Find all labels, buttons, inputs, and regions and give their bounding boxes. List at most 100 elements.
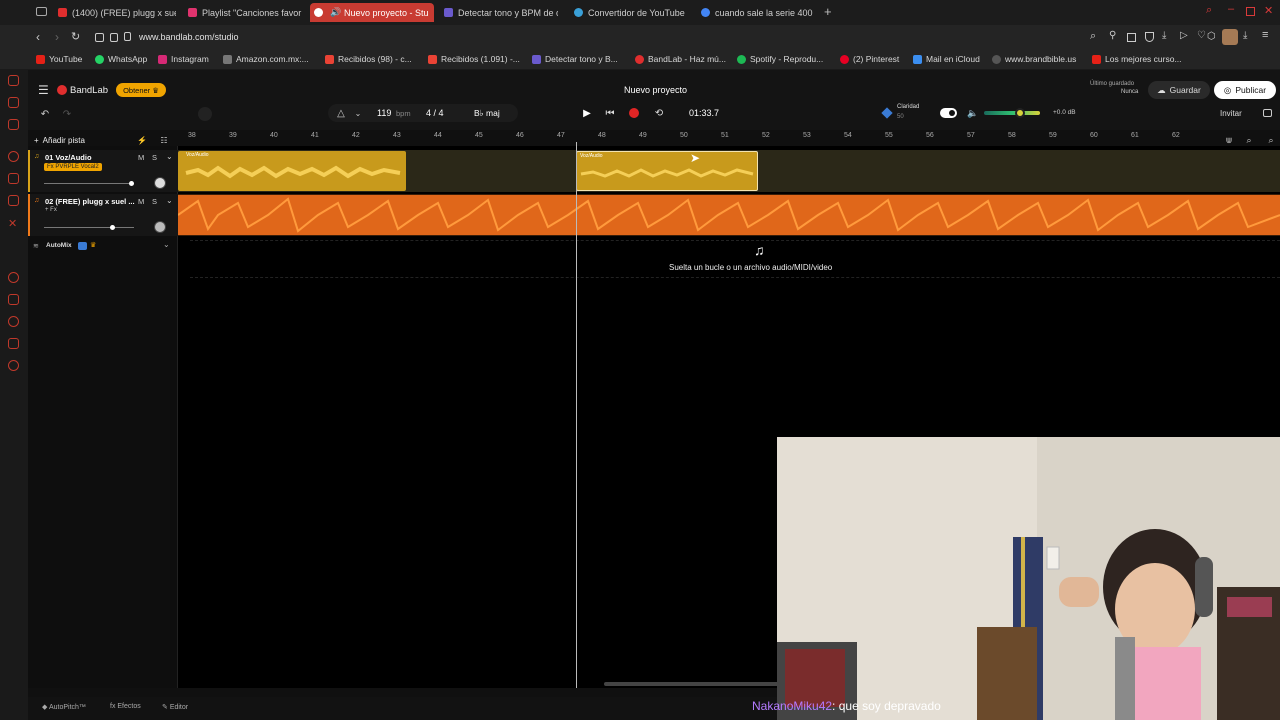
play-icon[interactable]: ▷	[1180, 30, 1188, 41]
drop-zone[interactable]	[190, 240, 1280, 278]
bookmark-instagram[interactable]: Instagram	[158, 54, 209, 64]
sidebar-wallet-icon[interactable]	[8, 97, 19, 108]
maximize-icon[interactable]	[1246, 7, 1255, 16]
bookmark-courses[interactable]: Los mejores curso...	[1092, 54, 1182, 64]
tab-playlist[interactable]: Playlist "Canciones favor	[184, 3, 304, 22]
track-1-name[interactable]: 01 Voz/Audio	[45, 153, 92, 162]
track-2-mute-button[interactable]: M	[138, 197, 144, 206]
track-1-mute-button[interactable]: M	[138, 153, 144, 162]
tab-tunebat[interactable]: Detectar tono y BPM de c	[440, 3, 558, 22]
volume-icon[interactable]: 🔈	[967, 106, 979, 120]
track-1-collapse-icon[interactable]: ⌄	[166, 152, 173, 161]
sidebar-tiktok-icon[interactable]	[8, 195, 19, 206]
track-header-2[interactable]: ♫ 02 (FREE) plugg x suel ... + Fx M S ⌄	[28, 194, 178, 236]
sidebar-download-icon[interactable]	[8, 338, 19, 349]
sidebar-music-icon[interactable]	[8, 272, 19, 283]
project-title[interactable]: Nuevo proyecto	[624, 85, 687, 95]
effects-button[interactable]: fx Efectos	[110, 703, 141, 710]
track-header-1[interactable]: ♫ 01 Voz/Audio Fx PVRPLE Vocal2 M S ⌄	[28, 150, 178, 192]
bookmark-tunebat[interactable]: Detectar tono y B...	[532, 54, 618, 64]
autopitch-button[interactable]: ◆ AutoPitch™	[42, 703, 86, 711]
save-button[interactable]: ☁ Guardar	[1148, 81, 1210, 99]
mixer-icon[interactable]: ☷	[158, 134, 170, 146]
metronome-icon[interactable]: △	[335, 106, 347, 120]
forward-icon[interactable]: ›	[55, 30, 59, 44]
track-2-volume-knob[interactable]	[110, 225, 115, 230]
search-icon[interactable]: ⌕	[1090, 30, 1096, 43]
track-1-pan-knob[interactable]	[154, 177, 166, 189]
speaker-icon[interactable]: 🔊	[330, 7, 341, 18]
master-volume-slider[interactable]	[984, 111, 1040, 115]
pin-icon[interactable]: ⚲	[1109, 30, 1116, 41]
sidebar-x-icon[interactable]: ✕	[8, 217, 19, 230]
tab-youtube[interactable]: (1400) (FREE) plugg x sue	[54, 3, 176, 22]
tab-view-icon[interactable]	[95, 33, 104, 42]
avatar[interactable]	[1222, 29, 1238, 45]
track-1-volume-slider[interactable]	[44, 183, 134, 184]
playhead[interactable]	[576, 142, 577, 688]
zoom-out-icon[interactable]: ⌕	[1244, 134, 1254, 146]
adblock-icon[interactable]	[1145, 32, 1154, 42]
url-field[interactable]: www.bandlab.com/studio	[139, 32, 239, 42]
audio-clip-beat[interactable]	[178, 195, 1280, 235]
clarity-toggle[interactable]	[940, 108, 957, 118]
horizontal-scrollbar[interactable]	[604, 682, 804, 686]
bookmark-amazon[interactable]: Amazon.com.mx:...	[223, 54, 309, 64]
tuner-icon[interactable]: ⚡	[136, 134, 148, 146]
track-1-solo-button[interactable]: S	[152, 153, 157, 162]
screenshot-icon[interactable]	[1127, 33, 1136, 42]
key-selector[interactable]: B♭ maj	[474, 108, 500, 119]
bookmark-whatsapp[interactable]: WhatsApp	[95, 54, 147, 64]
metronome-dropdown-icon[interactable]: ⌄	[353, 106, 363, 120]
bookmark-icloud[interactable]: Mail en iCloud	[913, 54, 980, 64]
menu-icon[interactable]: ≡	[1262, 29, 1268, 41]
track-2-fx-button[interactable]: + Fx	[45, 207, 57, 213]
play-button[interactable]: ▶	[580, 106, 594, 120]
invite-button[interactable]: Invitar	[1220, 109, 1242, 118]
bookmark-pinterest[interactable]: (2) Pinterest	[840, 54, 899, 64]
bookmark-bandlab[interactable]: BandLab - Haz mú...	[635, 54, 726, 64]
bookmark-gmail-2[interactable]: Recibidos (1.091) -...	[428, 54, 520, 64]
extensions-icon[interactable]: ⬡	[1207, 31, 1216, 42]
sidebar-history-icon[interactable]	[8, 316, 19, 327]
sidebar-settings-icon[interactable]	[8, 360, 19, 371]
new-tab-icon[interactable]: +	[824, 4, 832, 19]
skip-to-start-button[interactable]: ⏮	[603, 106, 617, 120]
wallet-icon[interactable]	[110, 33, 118, 42]
zoom-in-icon[interactable]: ⌕	[1266, 134, 1276, 146]
sidebar-whatsapp-icon[interactable]	[8, 151, 19, 162]
track-2-volume-slider[interactable]	[44, 227, 134, 228]
audio-clip-1[interactable]: Voz/Audio	[178, 151, 406, 191]
loop-button[interactable]: ⟲	[652, 106, 666, 120]
notifications-icon[interactable]	[1263, 109, 1272, 117]
track-2-solo-button[interactable]: S	[152, 197, 157, 206]
sidebar-bookmark-icon[interactable]	[8, 75, 19, 86]
tab-google-search[interactable]: cuando sale la serie 400	[697, 3, 815, 22]
download-icon[interactable]: ⤓	[1162, 30, 1166, 41]
snap-icon[interactable]: ⋓	[1224, 134, 1234, 146]
reload-icon[interactable]: ↻	[71, 30, 80, 43]
sidebar-send-icon[interactable]	[8, 294, 19, 305]
bpm-value[interactable]: 119	[377, 108, 391, 118]
track-1-volume-knob[interactable]	[129, 181, 134, 186]
tab-converter[interactable]: Convertidor de YouTube	[570, 3, 686, 22]
minimize-icon[interactable]: –	[1228, 3, 1234, 15]
timeline-ruler[interactable]: 38 39 40 41 42 43 44 45 46 47 48 49 50 51 52 53 54 55 56 57…	[178, 132, 1280, 146]
bandlab-logo-icon[interactable]	[57, 85, 67, 95]
publish-button[interactable]: ◎ Publicar	[1214, 81, 1276, 99]
time-signature[interactable]: 4 / 4	[426, 108, 444, 118]
hamburger-menu-icon[interactable]: ☰	[38, 83, 49, 97]
bookmark-brandbible[interactable]: www.brandbible.us	[992, 54, 1076, 64]
track-2-collapse-icon[interactable]: ⌄	[166, 196, 173, 205]
automix-expand-icon[interactable]: ⌄	[163, 240, 170, 249]
sidebar-instagram-icon[interactable]	[8, 173, 19, 184]
undo-icon[interactable]: ↶	[38, 107, 52, 121]
record-button[interactable]	[629, 108, 639, 118]
redo-icon[interactable]: ↷	[60, 107, 74, 121]
close-window-icon[interactable]: ✕	[1264, 4, 1273, 17]
tab-bandlab-studio[interactable]: 🔊 Nuevo proyecto - Stu	[310, 3, 434, 22]
volume-slider-knob[interactable]	[1015, 108, 1025, 118]
back-icon[interactable]: ‹	[36, 30, 40, 44]
heart-icon[interactable]: ♡	[1197, 30, 1206, 41]
automix-row[interactable]: ≋ AutoMix ♛ ⌄	[28, 240, 178, 254]
